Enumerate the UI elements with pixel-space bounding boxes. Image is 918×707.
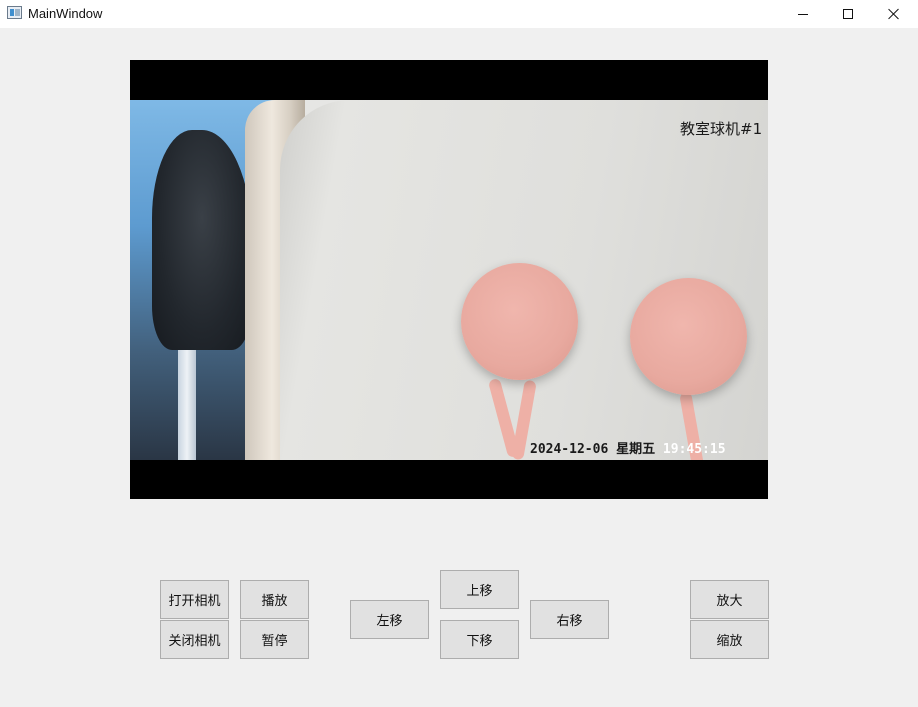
zoom-in-button[interactable]: 放大 bbox=[690, 580, 769, 619]
app-window-icon bbox=[7, 6, 22, 19]
maximize-button[interactable] bbox=[825, 0, 871, 28]
osd-datetime: 2024-12-06 星期五 19:45:15 bbox=[530, 438, 726, 457]
scene-dark-coat bbox=[152, 130, 252, 350]
camera-frame: 教室球机#1 2024-12-06 星期五 19:45:15 bbox=[130, 100, 768, 460]
move-down-button[interactable]: 下移 bbox=[440, 620, 519, 659]
window-title: MainWindow bbox=[28, 6, 103, 21]
pause-button[interactable]: 暂停 bbox=[240, 620, 309, 659]
open-camera-button[interactable]: 打开相机 bbox=[160, 580, 229, 619]
camera-video-view: 教室球机#1 2024-12-06 星期五 19:45:15 bbox=[130, 60, 768, 499]
move-left-button[interactable]: 左移 bbox=[350, 600, 429, 639]
play-button[interactable]: 播放 bbox=[240, 580, 309, 619]
scene-pink-hook bbox=[630, 278, 747, 395]
maximize-icon bbox=[843, 9, 853, 19]
move-up-button[interactable]: 上移 bbox=[440, 570, 519, 609]
osd-date-weekday: 2024-12-06 星期五 bbox=[530, 442, 663, 457]
osd-channel-label: 教室球机#1 bbox=[680, 120, 763, 138]
minimize-icon bbox=[798, 13, 808, 15]
title-bar: MainWindow bbox=[0, 0, 918, 28]
close-camera-button[interactable]: 关闭相机 bbox=[160, 620, 229, 659]
move-right-button[interactable]: 右移 bbox=[530, 600, 609, 639]
osd-time: 19:45:15 bbox=[662, 442, 726, 457]
zoom-out-button[interactable]: 缩放 bbox=[690, 620, 769, 659]
close-button[interactable] bbox=[871, 0, 917, 28]
scene-pink-hook bbox=[461, 263, 578, 380]
close-icon bbox=[888, 8, 900, 20]
minimize-button[interactable] bbox=[780, 0, 826, 28]
